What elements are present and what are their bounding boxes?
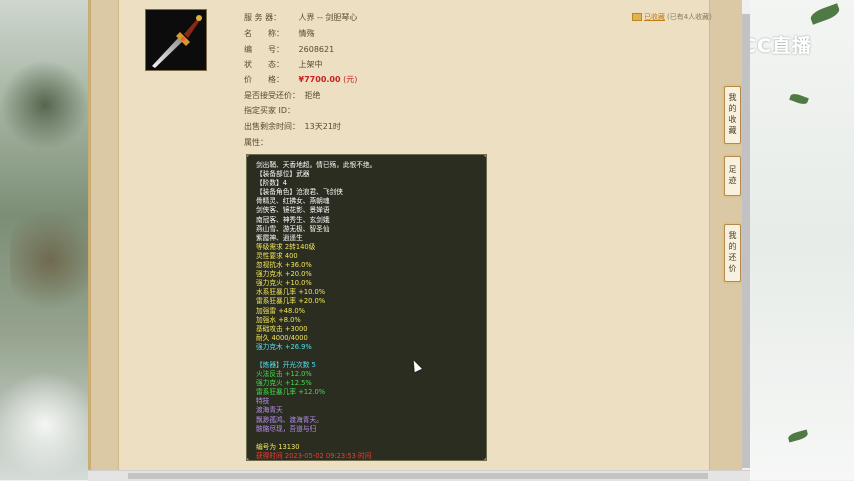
- item-image[interactable]: [145, 9, 207, 71]
- attribute-line: 【阶数】4: [256, 179, 477, 188]
- horizontal-scroll-thumb[interactable]: [128, 473, 708, 479]
- attribute-line: 特技: [256, 397, 477, 406]
- server-field: 服 务 器： 人界 -- 剑胆琴心: [244, 12, 357, 23]
- attribute-line: 基础攻击 +3000: [256, 325, 477, 334]
- tab-footprint-label: 足迹: [727, 165, 738, 187]
- name-field: 名 称： 情殇: [244, 28, 315, 39]
- attribute-line: 强力克木 +26.9%: [256, 343, 477, 352]
- remaining-value: 13天21时: [305, 122, 341, 131]
- background-decoration: [10, 200, 90, 320]
- number-label: 编 号：: [244, 44, 296, 55]
- corner-decoration: [246, 154, 249, 157]
- attribute-line: 剑出鞘、天香地超。情已殇，此恨不绝。: [256, 161, 477, 170]
- attribute-line: 渡海青天: [256, 406, 477, 415]
- status-value: 上架中: [299, 60, 323, 69]
- star-folder-icon: [632, 13, 642, 21]
- horizontal-scrollbar[interactable]: [88, 470, 750, 481]
- leaf-decoration: [809, 3, 841, 25]
- corner-decoration: [484, 154, 487, 157]
- status-label: 状 态：: [244, 59, 296, 70]
- logo-text: CC直播: [742, 31, 812, 58]
- left-background: [0, 0, 90, 480]
- attribute-line: 等级需求 2转140级: [256, 243, 477, 252]
- favorite-status: 已收藏 (已有4人收藏): [632, 12, 712, 22]
- price-label: 价 格：: [244, 74, 296, 85]
- leaf-decoration: [787, 430, 808, 443]
- attribute-line: 忽视抗水 +36.0%: [256, 261, 477, 270]
- favorite-count: (已有4人收藏): [667, 12, 712, 22]
- buyer-field: 指定买家 ID：: [244, 105, 302, 116]
- vertical-scroll-thumb[interactable]: [742, 14, 750, 468]
- corner-decoration: [246, 458, 249, 461]
- server-label: 服 务 器：: [244, 12, 296, 23]
- tab-my-bargain-label: 我的还价: [727, 231, 738, 275]
- server-value: 人界 -- 剑胆琴心: [299, 13, 358, 22]
- name-value: 情殇: [299, 29, 315, 38]
- status-field: 状 态： 上架中: [244, 59, 323, 70]
- attribute-line: 南冠客、神秀生、玄剑娥: [256, 216, 477, 225]
- attribute-line: 【装备角色】沧浪君、飞剑侠: [256, 188, 477, 197]
- attribute-line: 加强水 +8.0%: [256, 316, 477, 325]
- remaining-label: 出售剩余时间：: [244, 121, 302, 132]
- attribute-line: 强力克水 +20.0%: [256, 270, 477, 279]
- attribute-line: 雷系狂暴几率 +20.0%: [256, 297, 477, 306]
- tab-footprint[interactable]: 足迹: [724, 156, 741, 196]
- number-field: 编 号： 2608621: [244, 44, 334, 55]
- attribute-line: 获得时间 2023-05-02 09:23:53 时间: [256, 452, 477, 461]
- attribute-lines: 剑出鞘、天香地超。情已殇，此恨不绝。【装备部位】武器【阶数】4【装备角色】沧浪君…: [256, 161, 477, 461]
- bargain-field: 是否接受还价： 拒绝: [244, 90, 321, 101]
- attribute-line: 飘渺孤鸿、渡海青天。: [256, 416, 477, 425]
- attr-label: 属性：: [244, 137, 296, 148]
- attribute-line: 强力克火 +10.0%: [256, 279, 477, 288]
- attribute-line: 燕山雪、游无极、智圣仙: [256, 225, 477, 234]
- remaining-field: 出售剩余时间： 13天21时: [244, 121, 341, 132]
- attr-field: 属性：: [244, 137, 296, 148]
- buyer-label: 指定买家 ID：: [244, 105, 302, 116]
- attribute-line: 雷系狂暴几率 +12.0%: [256, 388, 477, 397]
- attribute-line: 【炼器】开光次数 5: [256, 361, 477, 370]
- price-unit: (元): [343, 75, 357, 84]
- sword-icon: [146, 10, 206, 70]
- attribute-spacer: [256, 434, 477, 443]
- tab-my-favorites[interactable]: 我的收藏: [724, 86, 741, 144]
- attribute-line: 剑侠客、镜花影、景婵语: [256, 206, 477, 215]
- bargain-value: 拒绝: [305, 91, 321, 100]
- attribute-line: 耐久 4000/4000: [256, 334, 477, 343]
- attributes-box: 剑出鞘、天香地超。情已殇，此恨不绝。【装备部位】武器【阶数】4【装备角色】沧浪君…: [246, 154, 487, 461]
- attribute-line: 骸骼尽现，吾道与归: [256, 425, 477, 434]
- background-decoration: [0, 60, 90, 150]
- name-label: 名 称：: [244, 28, 296, 39]
- bargain-label: 是否接受还价：: [244, 90, 302, 101]
- attribute-spacer: [256, 352, 477, 361]
- attribute-line: 紫霞神、逍遥生: [256, 234, 477, 243]
- price-value: ¥7700.00: [299, 75, 341, 84]
- attribute-line: 火法反击 +12.0%: [256, 370, 477, 379]
- number-value: 2608621: [299, 45, 335, 54]
- attribute-line: 加强雷 +48.0%: [256, 307, 477, 316]
- right-background: [750, 0, 854, 480]
- tab-my-bargain[interactable]: 我的还价: [724, 224, 741, 282]
- attribute-line: 编号为 13130: [256, 443, 477, 452]
- attribute-line: 灵性要求 400: [256, 252, 477, 261]
- favorite-link[interactable]: 已收藏: [644, 12, 665, 22]
- background-decoration: [0, 370, 90, 480]
- attribute-line: 【装备部位】武器: [256, 170, 477, 179]
- attribute-line: 强力克火 +12.5%: [256, 379, 477, 388]
- leaf-decoration: [789, 92, 809, 106]
- price-field: 价 格： ¥7700.00 (元): [244, 74, 357, 85]
- tab-my-favorites-label: 我的收藏: [727, 93, 738, 137]
- corner-decoration: [484, 458, 487, 461]
